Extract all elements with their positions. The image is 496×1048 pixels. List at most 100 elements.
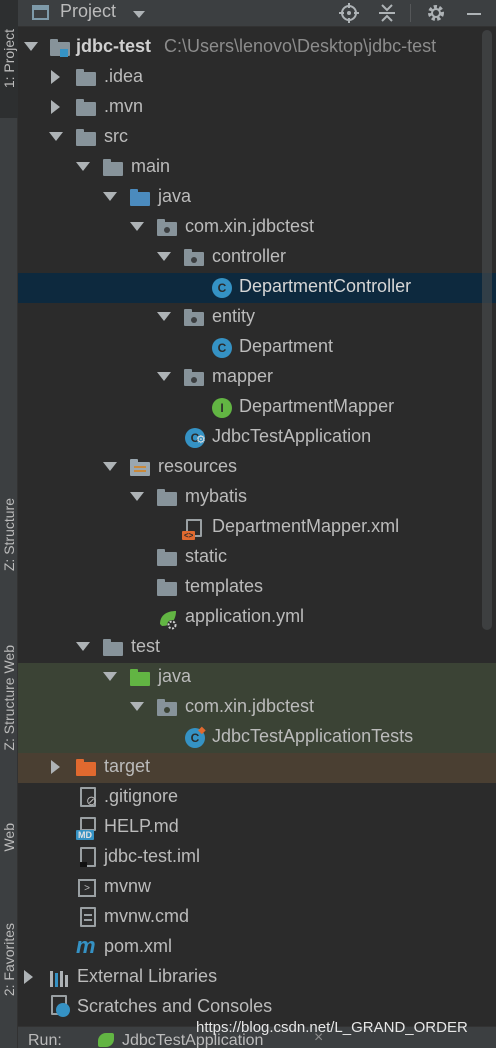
tree-node-department-mapper[interactable]: I DepartmentMapper xyxy=(18,393,496,423)
tree-node-templates[interactable]: templates xyxy=(18,573,496,603)
tree-node-entity[interactable]: entity xyxy=(18,303,496,333)
tree-node-target[interactable]: target xyxy=(18,753,496,783)
tree-node-external-libraries[interactable]: External Libraries xyxy=(18,963,496,993)
class-icon: C xyxy=(212,278,232,298)
locate-icon[interactable] xyxy=(336,0,362,26)
expand-arrow-icon[interactable] xyxy=(157,312,171,321)
tree-node-idea[interactable]: .idea xyxy=(18,63,496,93)
tree-node-java-main[interactable]: java xyxy=(18,183,496,213)
run-label[interactable]: Run: xyxy=(28,1032,62,1048)
tree-node-help-md[interactable]: MD HELP.md xyxy=(18,813,496,843)
tree-node-package-test[interactable]: com.xin.jdbctest xyxy=(18,693,496,723)
tree-node-label: src xyxy=(104,126,128,146)
expand-arrow-icon[interactable] xyxy=(103,192,117,201)
module-path: C:\Users\lenovo\Desktop\jdbc-test xyxy=(164,36,437,56)
md-tag-icon: MD xyxy=(76,830,94,840)
collapse-arrow-icon[interactable] xyxy=(24,970,33,984)
watermark: https://blog.csdn.net/L_GRAND_ORDER xyxy=(196,1019,468,1036)
chevron-down-icon[interactable] xyxy=(133,11,145,18)
tree-node-label: mvnw xyxy=(104,876,152,896)
tree-node-label: Scratches and Consoles xyxy=(77,996,273,1016)
tree-node-label: jdbc-test.iml xyxy=(104,846,201,866)
collapse-arrow-icon[interactable] xyxy=(51,70,60,84)
tree-node-label: DepartmentMapper xyxy=(239,396,395,416)
tree-node-label: Department xyxy=(239,336,334,356)
tree-node-label: templates xyxy=(185,576,264,596)
tree-node-main[interactable]: main xyxy=(18,153,496,183)
tree-node-gitignore[interactable]: ⊘ .gitignore xyxy=(18,783,496,813)
tree-node-label: resources xyxy=(158,456,238,476)
tree-node-label: jdbc-test xyxy=(76,36,152,56)
tab-favorites[interactable]: 2: Favorites xyxy=(0,890,18,1030)
maven-file-icon: m xyxy=(76,933,96,958)
tree-node-pom-xml[interactable]: m pom.xml xyxy=(18,933,496,963)
tree-scrollbar[interactable] xyxy=(482,30,492,630)
tree-node-label: java xyxy=(158,666,192,686)
tree-node-mvn[interactable]: .mvn xyxy=(18,93,496,123)
tab-web[interactable]: Web xyxy=(0,800,18,875)
tree-node-package-main[interactable]: com.xin.jdbctest xyxy=(18,213,496,243)
tab-favorites-label: 2: Favorites xyxy=(1,923,17,997)
folder-icon xyxy=(76,99,96,117)
ignore-badge-icon: ⊘ xyxy=(86,793,97,808)
tree-node-controller[interactable]: controller xyxy=(18,243,496,273)
tab-structure-web[interactable]: Z: Structure Web xyxy=(0,615,18,780)
tab-project[interactable]: 1: Project xyxy=(0,0,18,118)
expand-arrow-icon[interactable] xyxy=(130,492,144,501)
tree-node-static[interactable]: static xyxy=(18,543,496,573)
tree-node-test[interactable]: test xyxy=(18,633,496,663)
tab-structure-web-label: Z: Structure Web xyxy=(1,644,17,751)
tree-node-label: mybatis xyxy=(185,486,248,506)
tree-node-mapper[interactable]: mapper xyxy=(18,363,496,393)
project-toolwindow-header: Project xyxy=(18,0,496,27)
tree-node-iml[interactable]: jdbc-test.iml xyxy=(18,843,496,873)
tree-node-jdbc-test-application[interactable]: C ⚙ JdbcTestApplication xyxy=(18,423,496,453)
expand-arrow-icon[interactable] xyxy=(103,672,117,681)
tree-node-mybatis[interactable]: mybatis xyxy=(18,483,496,513)
folder-icon xyxy=(103,639,123,657)
tree-node-department-controller[interactable]: C DepartmentController xyxy=(18,273,496,303)
package-icon xyxy=(184,369,204,387)
gear-icon[interactable] xyxy=(423,0,449,26)
tree-node-label: JdbcTestApplication xyxy=(212,426,372,446)
toolwindow-title[interactable]: Project xyxy=(60,1,116,22)
expand-arrow-icon[interactable] xyxy=(49,132,63,141)
tree-node-mvnw-cmd[interactable]: mvnw.cmd xyxy=(18,903,496,933)
tree-node-label: java xyxy=(158,186,192,206)
expand-arrow-icon[interactable] xyxy=(157,252,171,261)
minimize-icon[interactable] xyxy=(461,0,487,26)
folder-icon xyxy=(157,549,177,567)
expand-arrow-icon[interactable] xyxy=(157,372,171,381)
expand-arrow-icon[interactable] xyxy=(24,42,38,51)
xml-tag-icon: <> xyxy=(182,531,196,540)
libraries-icon xyxy=(49,969,69,987)
test-run-badge-icon: ◆ xyxy=(198,725,206,736)
collapse-all-icon[interactable] xyxy=(374,0,400,26)
project-window-icon xyxy=(32,5,49,20)
tree-node-java-test[interactable]: java xyxy=(18,663,496,693)
expand-arrow-icon[interactable] xyxy=(130,702,144,711)
tree-node-department[interactable]: C Department xyxy=(18,333,496,363)
tree-node-label: test xyxy=(131,636,161,656)
tree-node-resources[interactable]: resources xyxy=(18,453,496,483)
spring-boot-icon xyxy=(98,1033,114,1047)
tree-node-application-yml[interactable]: application.yml xyxy=(18,603,496,633)
tree-node-label: application.yml xyxy=(185,606,305,626)
tool-window-stripe: 1: Project Z: Structure Z: Structure Web… xyxy=(0,0,18,1048)
tab-structure[interactable]: Z: Structure xyxy=(0,470,18,600)
tree-node-jdbc-test[interactable]: jdbc-test C:\Users\lenovo\Desktop\jdbc-t… xyxy=(18,33,496,63)
expand-arrow-icon[interactable] xyxy=(103,462,117,471)
expand-arrow-icon[interactable] xyxy=(76,642,90,651)
iml-badge-icon xyxy=(80,862,87,867)
tree-node-mvnw[interactable]: > mvnw xyxy=(18,873,496,903)
expand-arrow-icon[interactable] xyxy=(76,162,90,171)
class-icon: C xyxy=(212,338,232,358)
collapse-arrow-icon[interactable] xyxy=(51,100,60,114)
package-icon xyxy=(157,699,177,717)
package-icon xyxy=(157,219,177,237)
tree-node-src[interactable]: src xyxy=(18,123,496,153)
tree-node-jdbc-test-application-tests[interactable]: C ◆ JdbcTestApplicationTests xyxy=(18,723,496,753)
expand-arrow-icon[interactable] xyxy=(130,222,144,231)
collapse-arrow-icon[interactable] xyxy=(51,760,60,774)
tree-node-department-mapper-xml[interactable]: <> DepartmentMapper.xml xyxy=(18,513,496,543)
